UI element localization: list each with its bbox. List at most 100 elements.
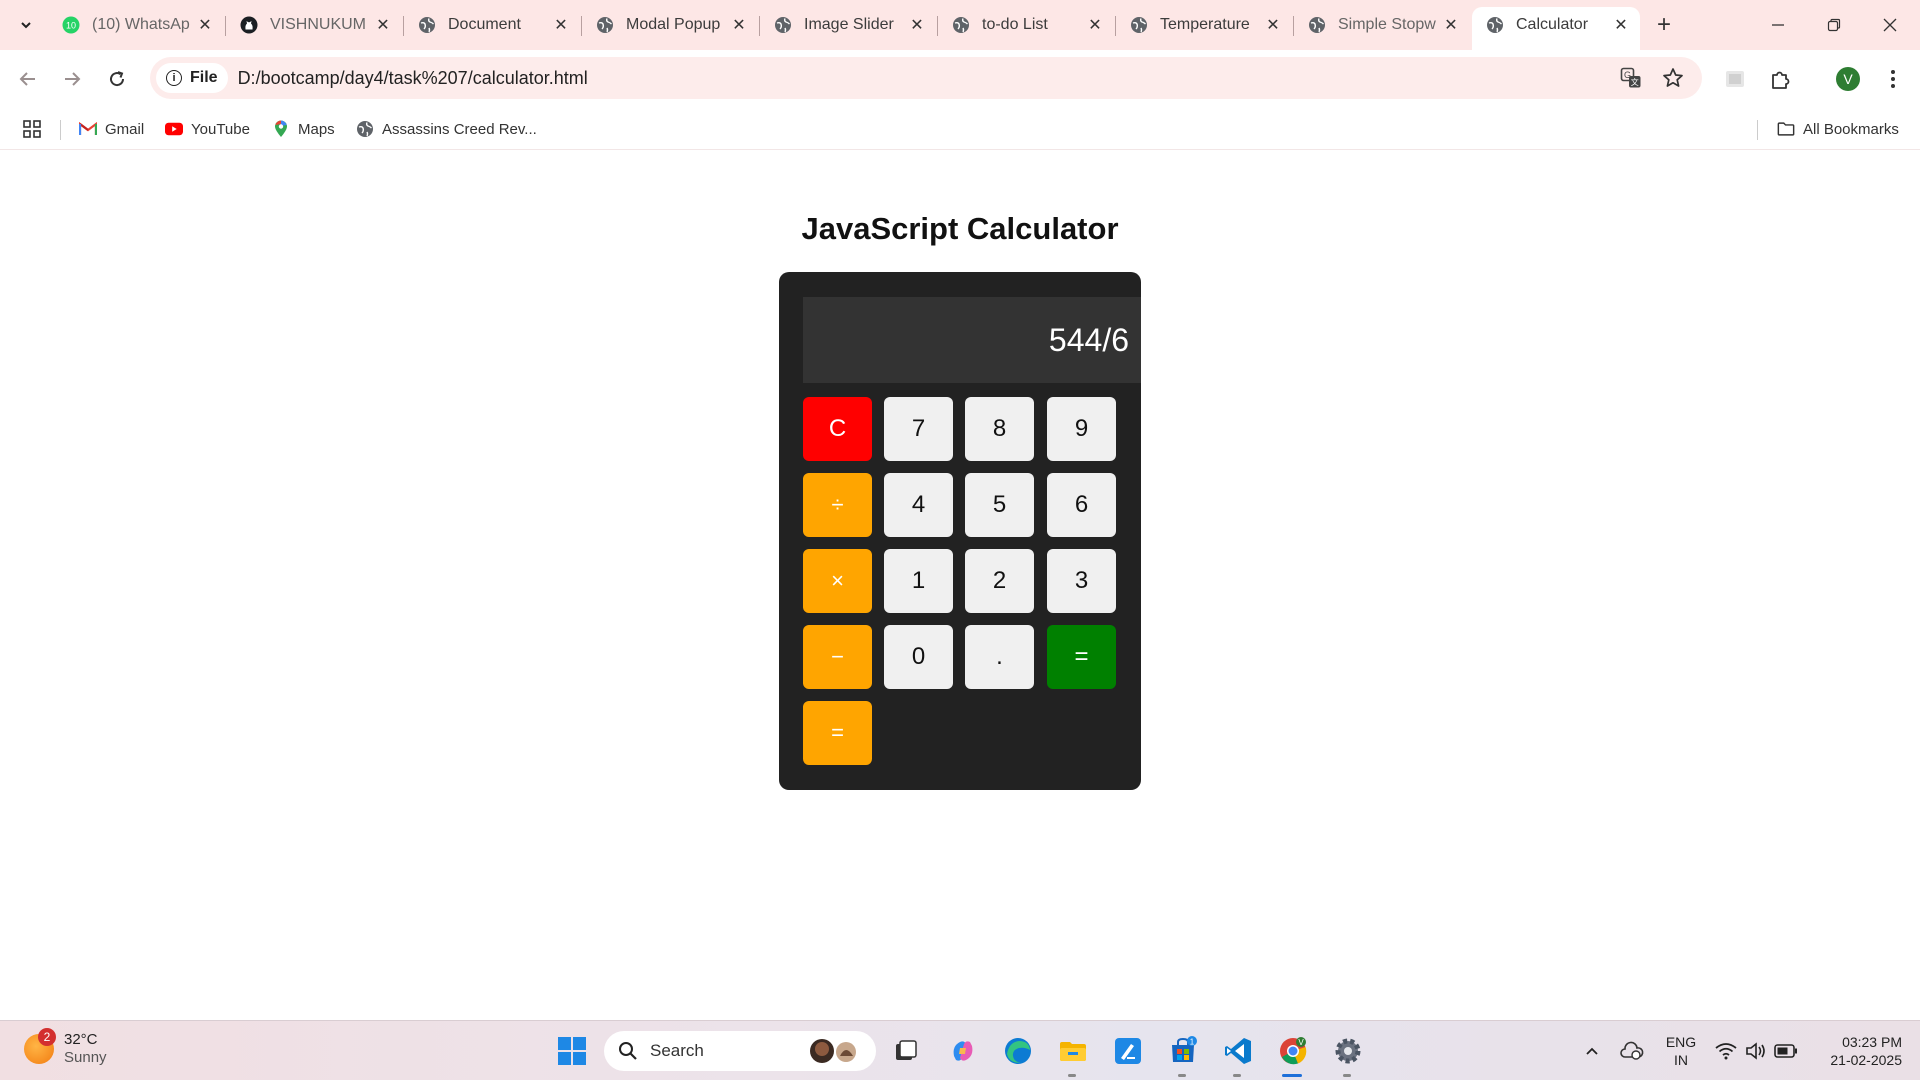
profile-button[interactable]: V [1833, 64, 1863, 94]
running-indicator [1178, 1074, 1186, 1077]
tab-title: Temperature [1160, 16, 1250, 33]
close-icon[interactable]: ✕ [196, 16, 214, 34]
vscode-icon [1225, 1038, 1251, 1064]
puzzle-icon [1772, 71, 1790, 89]
chrome-icon: V [1280, 1037, 1307, 1065]
extension-puzzle-placeholder[interactable] [1720, 64, 1750, 94]
tab-search-button[interactable] [11, 10, 41, 40]
digit-8-button[interactable]: 8 [965, 397, 1034, 461]
extensions-button[interactable] [1766, 64, 1796, 94]
folder-icon [1777, 120, 1795, 138]
taskbar-search[interactable]: Search [604, 1031, 876, 1071]
new-tab-button[interactable]: + [1650, 10, 1678, 40]
subtract-button[interactable]: − [803, 625, 872, 689]
settings-button[interactable] [1330, 1033, 1366, 1069]
digit-3-button[interactable]: 3 [1047, 549, 1116, 613]
translate-button[interactable]: G文 [1616, 63, 1646, 93]
tab-todo-list[interactable]: to-do List ✕ [938, 7, 1114, 43]
bookmark-label: Maps [298, 120, 335, 138]
clock[interactable]: 03:23 PM 21-02-2025 [1810, 1033, 1902, 1069]
browser-menu-button[interactable] [1878, 64, 1908, 94]
forward-button[interactable] [57, 64, 87, 94]
apps-button[interactable] [22, 116, 42, 142]
digit-0-button[interactable]: 0 [884, 625, 953, 689]
digit-9-button[interactable]: 9 [1047, 397, 1116, 461]
tab-calculator[interactable]: Calculator ✕ [1472, 7, 1640, 50]
edge-button[interactable] [1000, 1033, 1036, 1069]
multiply-button[interactable]: × [803, 549, 872, 613]
close-icon[interactable]: ✕ [1086, 16, 1104, 34]
whiteboard-app-button[interactable] [1110, 1033, 1146, 1069]
edge-icon [1005, 1038, 1031, 1064]
digit-5-button[interactable]: 5 [965, 473, 1034, 537]
digit-4-button[interactable]: 4 [884, 473, 953, 537]
battery-status[interactable] [1768, 1033, 1804, 1069]
page-content: JavaScript Calculator 544/6 C 7 8 9 ÷ 4 … [0, 151, 1920, 1020]
store-badge: 1 [1190, 1038, 1195, 1047]
url-text[interactable]: D:/bootcamp/day4/task%207/calculator.htm… [238, 68, 588, 89]
vscode-button[interactable] [1220, 1033, 1256, 1069]
copilot-button[interactable] [945, 1033, 981, 1069]
close-icon[interactable]: ✕ [1442, 16, 1460, 34]
close-icon[interactable]: ✕ [1612, 16, 1630, 34]
digit-2-button[interactable]: 2 [965, 549, 1034, 613]
address-bar[interactable]: i File D:/bootcamp/day4/task%207/calcula… [150, 57, 1702, 99]
file-explorer-button[interactable] [1055, 1033, 1091, 1069]
close-icon[interactable]: ✕ [374, 16, 392, 34]
start-button[interactable] [554, 1033, 590, 1069]
weather-badge: 2 [38, 1028, 56, 1046]
chrome-button[interactable]: V [1275, 1033, 1311, 1069]
show-hidden-icons-button[interactable] [1574, 1033, 1610, 1069]
weather-temp: 32°C [64, 1031, 98, 1048]
task-view-button[interactable] [888, 1033, 924, 1069]
folder-icon [1060, 1042, 1086, 1061]
globe-icon [774, 16, 792, 34]
digit-6-button[interactable]: 6 [1047, 473, 1116, 537]
close-icon[interactable]: ✕ [730, 16, 748, 34]
tab-simple-stopwatch[interactable]: Simple Stopw ✕ [1294, 7, 1470, 43]
windows-icon [558, 1037, 586, 1065]
minimize-button[interactable] [1750, 0, 1806, 50]
apps-grid-icon [23, 120, 41, 138]
equals-operator-button[interactable]: = [803, 701, 872, 765]
bookmark-gmail[interactable]: Gmail [79, 116, 144, 142]
equals-button[interactable]: = [1047, 625, 1116, 689]
onedrive-button[interactable] [1614, 1033, 1650, 1069]
running-indicator [1068, 1074, 1076, 1077]
tab-document[interactable]: Document ✕ [404, 7, 580, 43]
tab-whatsapp[interactable]: 10 (10) WhatsAp ✕ [48, 7, 224, 43]
close-window-button[interactable] [1862, 0, 1918, 50]
divide-button[interactable]: ÷ [803, 473, 872, 537]
taskbar: 2 32°C Sunny Search 1 V ENG IN 03:23 PM … [0, 1020, 1920, 1080]
digit-7-button[interactable]: 7 [884, 397, 953, 461]
weather-widget[interactable]: 2 32°C Sunny [24, 1028, 107, 1067]
reload-button[interactable] [102, 64, 132, 94]
globe-icon [1130, 16, 1148, 34]
close-icon[interactable]: ✕ [1264, 16, 1282, 34]
back-button[interactable] [13, 64, 43, 94]
bookmark-label: Assassins Creed Rev... [382, 120, 537, 138]
tab-title: Image Slider [804, 16, 894, 33]
bookmark-star-button[interactable] [1658, 63, 1688, 93]
tab-github[interactable]: VISHNUKUM ✕ [226, 7, 402, 43]
tab-temperature[interactable]: Temperature ✕ [1116, 7, 1292, 43]
restore-button[interactable] [1806, 0, 1862, 50]
decimal-button[interactable]: . [965, 625, 1034, 689]
digit-1-button[interactable]: 1 [884, 549, 953, 613]
tab-image-slider[interactable]: Image Slider ✕ [760, 7, 936, 43]
close-icon[interactable]: ✕ [552, 16, 570, 34]
globe-icon [596, 16, 614, 34]
clear-button[interactable]: C [803, 397, 872, 461]
site-info-chip[interactable]: i File [156, 63, 228, 93]
bookmark-youtube[interactable]: YouTube [165, 116, 250, 142]
language-indicator[interactable]: ENG IN [1656, 1033, 1706, 1069]
translate-icon: G文 [1620, 67, 1641, 88]
speaker-icon [1746, 1042, 1765, 1060]
bookmark-maps[interactable]: Maps [272, 116, 335, 142]
tab-modal-popup[interactable]: Modal Popup ✕ [582, 7, 758, 43]
gear-icon [1335, 1038, 1361, 1064]
store-button[interactable]: 1 [1165, 1033, 1201, 1069]
close-icon[interactable]: ✕ [908, 16, 926, 34]
all-bookmarks-button[interactable]: All Bookmarks [1777, 116, 1899, 142]
bookmark-assassins-creed[interactable]: Assassins Creed Rev... [356, 116, 537, 142]
